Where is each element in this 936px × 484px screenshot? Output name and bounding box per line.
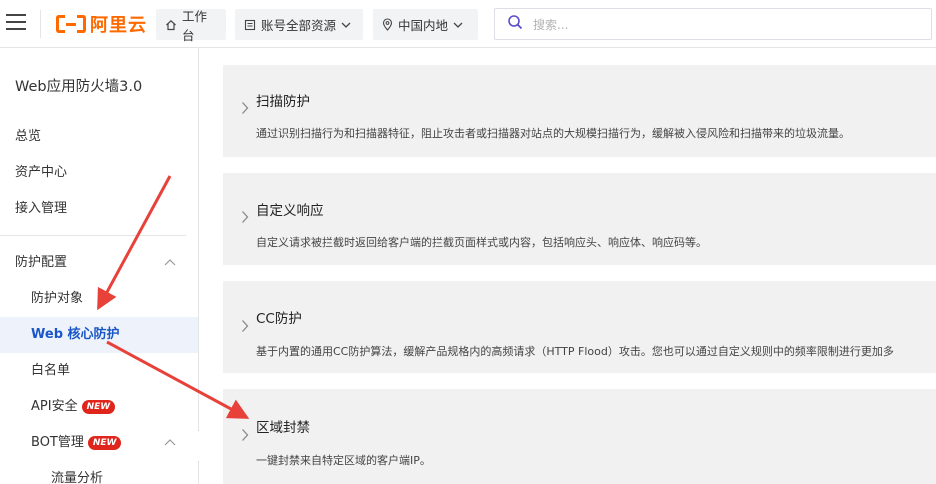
card-description: 通过识别扫描行为和扫描器特征，阻止攻击者或扫描器对站点的大规模扫描行为，缓解被入…: [256, 127, 850, 140]
card-description: 一键封禁来自特定区域的客户端IP。: [256, 454, 431, 467]
region-label: 中国内地: [398, 18, 449, 33]
aliyun-logo-icon: [56, 14, 86, 34]
page: 阿里云 工作台 账号全部资源 中国内地 搜索... Web应用防火墙3.0 总览…: [0, 0, 936, 484]
card-description: 自定义请求被拦截时返回给客户端的拦截页面样式或内容，包括响应头、响应体、响应码等…: [256, 236, 707, 249]
sidebar-item-label: API安全: [31, 399, 78, 414]
card-region-block[interactable]: 区域封禁 一键封禁来自特定区域的客户端IP。: [223, 389, 936, 484]
workbench-label: 工作台: [182, 8, 208, 43]
workbench-button[interactable]: 工作台: [156, 9, 226, 43]
logo-text: 阿里云: [90, 15, 147, 36]
sidebar-item-label: 防护配置: [15, 255, 68, 270]
search-icon: [507, 14, 523, 34]
card-title: 自定义响应: [256, 203, 324, 219]
chevron-right-icon: [241, 209, 249, 228]
chevron-right-icon: [241, 318, 249, 337]
new-badge: NEW: [81, 400, 116, 414]
sidebar-item-label: 总览: [15, 129, 42, 144]
home-icon: [165, 19, 177, 31]
sidebar-item-label-wrap: API安全 NEW: [31, 389, 116, 425]
sidebar-item-web-core-protection[interactable]: Web 核心防护: [0, 317, 198, 353]
card-cc-protection[interactable]: CC防护 基于内置的通用CC防护算法，缓解产品规格内的高频请求（HTTP Flo…: [223, 281, 936, 373]
menu-icon[interactable]: [6, 14, 26, 32]
sidebar-group-protection-config[interactable]: 防护配置: [0, 245, 198, 281]
sidebar-item-asset-center[interactable]: 资产中心: [0, 155, 198, 191]
resources-label: 账号全部资源: [261, 18, 337, 33]
divider: [40, 10, 41, 38]
resource-icon: [244, 19, 256, 31]
sidebar-item-whitelist[interactable]: 白名单: [0, 353, 198, 389]
sidebar-item-access-management[interactable]: 接入管理: [0, 191, 198, 227]
card-custom-response[interactable]: 自定义响应 自定义请求被拦截时返回给客户端的拦截页面样式或内容，包括响应头、响应…: [223, 173, 936, 265]
chevron-right-icon: [241, 427, 249, 446]
brand-logo[interactable]: 阿里云: [56, 12, 147, 36]
main-content: 扫描防护 通过识别扫描行为和扫描器特征，阻止攻击者或扫描器对站点的大规模扫描行为…: [199, 48, 936, 484]
new-badge: NEW: [87, 436, 122, 450]
search-input[interactable]: 搜索...: [494, 8, 932, 40]
card-scan-protection[interactable]: 扫描防护 通过识别扫描行为和扫描器特征，阻止攻击者或扫描器对站点的大规模扫描行为…: [223, 65, 936, 157]
sidebar-item-label: Web 核心防护: [31, 327, 120, 342]
chevron-down-icon: [453, 21, 463, 29]
sidebar-item-label-wrap: BOT管理 NEW: [31, 425, 122, 461]
card-title: 扫描防护: [256, 94, 310, 110]
sidebar-item-label: 资产中心: [15, 165, 68, 180]
sidebar-item-overview[interactable]: 总览: [0, 119, 198, 155]
sidebar-item-label: 防护对象: [31, 291, 84, 306]
sidebar-item-label: BOT管理: [31, 435, 84, 450]
card-title: 区域封禁: [256, 420, 310, 436]
top-bar: 阿里云 工作台 账号全部资源 中国内地 搜索...: [0, 0, 936, 48]
sidebar-item-label: 接入管理: [15, 201, 68, 216]
resources-dropdown[interactable]: 账号全部资源: [235, 9, 363, 40]
sidebar-item-traffic-analysis[interactable]: 流量分析: [0, 461, 198, 484]
card-description: 基于内置的通用CC防护算法，缓解产品规格内的高频请求（HTTP Flood）攻击…: [256, 345, 894, 358]
sidebar-item-label: 白名单: [31, 363, 71, 378]
sidebar-item-label: 流量分析: [51, 471, 104, 484]
sidebar: Web应用防火墙3.0 总览 资产中心 接入管理 防护配置 防护对象 Web 核…: [0, 48, 199, 484]
sidebar-item-api-security[interactable]: API安全 NEW: [0, 389, 198, 425]
region-dropdown[interactable]: 中国内地: [373, 9, 478, 40]
search-placeholder: 搜索...: [533, 17, 569, 32]
product-title: Web应用防火墙3.0: [15, 79, 143, 95]
chevron-right-icon: [241, 100, 249, 119]
chevron-down-icon: [341, 21, 351, 29]
sidebar-group-bot-management[interactable]: BOT管理 NEW: [0, 425, 198, 461]
card-title: CC防护: [256, 311, 302, 327]
sidebar-divider: [0, 235, 186, 236]
sidebar-item-protected-objects[interactable]: 防护对象: [0, 281, 198, 317]
location-pin-icon: [382, 18, 393, 31]
